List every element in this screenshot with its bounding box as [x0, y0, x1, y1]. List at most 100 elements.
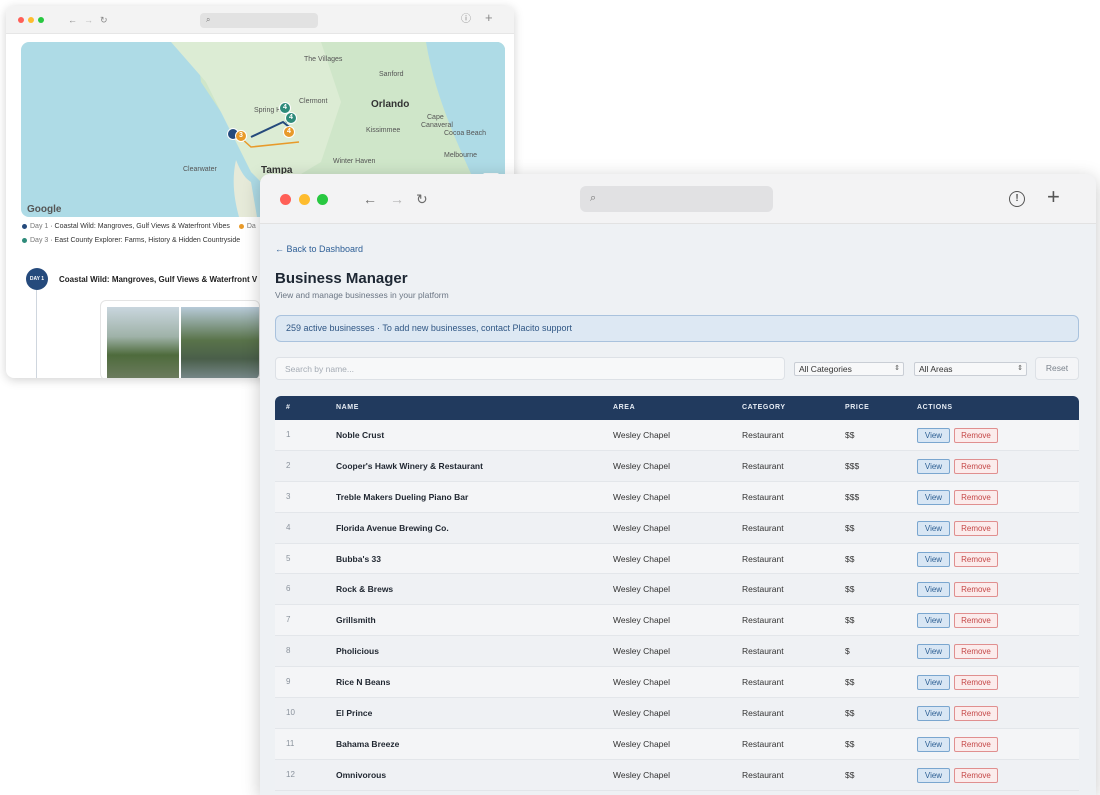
minimize-window-button[interactable]: [28, 17, 34, 23]
row-number: 10: [286, 708, 295, 718]
view-button[interactable]: View: [917, 582, 950, 598]
table-row: 10 El Prince Wesley Chapel Restaurant $$ View…: [275, 698, 1079, 729]
business-price: $$: [845, 615, 855, 626]
minimize-window-button[interactable]: [299, 194, 310, 205]
view-button[interactable]: View: [917, 551, 950, 567]
business-price: $$: [845, 738, 855, 749]
column-header-category: CATEGORY: [742, 404, 786, 411]
close-window-button[interactable]: [18, 17, 24, 23]
row-number: 5: [286, 553, 291, 563]
reload-icon[interactable]: ↻: [416, 191, 428, 207]
remove-button[interactable]: Remove: [954, 767, 998, 783]
business-area: Wesley Chapel: [613, 677, 671, 688]
address-bar[interactable]: ⌕: [200, 13, 318, 28]
category-select[interactable]: All Categories ⇕: [794, 362, 904, 376]
forward-arrow-icon[interactable]: →: [390, 191, 404, 207]
legend-day-label: Da: [246, 223, 256, 230]
view-button[interactable]: View: [917, 644, 950, 660]
new-tab-icon[interactable]: +: [1047, 186, 1060, 208]
view-button[interactable]: View: [917, 520, 950, 536]
table-row: 3 Treble Makers Dueling Piano Bar Wesley C…: [275, 481, 1079, 513]
forward-arrow-icon[interactable]: →: [84, 16, 93, 25]
row-number: 12: [286, 769, 295, 779]
view-button[interactable]: View: [917, 458, 950, 474]
table-row: 5 Bubba's 33 Wesley Chapel Restaurant $$ View…: [275, 543, 1079, 575]
map-place-label: Sanford: [379, 71, 404, 78]
business-price: $$: [845, 769, 855, 780]
remove-button[interactable]: Remove: [954, 706, 998, 722]
back-to-dashboard-link[interactable]: ← Back to Dashboard: [275, 244, 363, 254]
remove-button[interactable]: Remove: [954, 458, 998, 474]
legend-dot: [22, 237, 27, 243]
view-button[interactable]: View: [917, 675, 950, 691]
legend-dot: [238, 223, 244, 229]
remove-button[interactable]: Remove: [954, 736, 998, 752]
back-arrow-icon[interactable]: ←: [363, 191, 377, 207]
legend-item-day-3[interactable]: Day 3 · East County Explorer: Farms, His…: [22, 237, 240, 244]
table-row: 9 Rice N Beans Wesley Chapel Restaurant $$ Vi…: [275, 667, 1079, 699]
row-number: 8: [286, 646, 291, 656]
page-content: ← Back to Dashboard Business Manager Vie…: [260, 224, 1096, 795]
column-header-name: NAME: [336, 404, 360, 411]
search-icon: ⌕: [590, 192, 597, 204]
row-number: 6: [286, 584, 291, 594]
view-button[interactable]: View: [917, 706, 950, 722]
info-icon[interactable]: !: [1009, 191, 1025, 207]
business-area: Wesley Chapel: [613, 769, 671, 780]
business-name: Omnivorous: [336, 769, 387, 780]
map-marker[interactable]: 3: [235, 130, 247, 142]
remove-button[interactable]: Remove: [954, 644, 998, 660]
remove-button[interactable]: Remove: [954, 428, 998, 443]
remove-button[interactable]: Remove: [954, 551, 998, 567]
map-place-label: Clermont: [299, 98, 328, 105]
day-badge: DAY 1: [26, 268, 48, 290]
view-button[interactable]: View: [917, 489, 950, 505]
table-row: 6 Rock & Brews Wesley Chapel Restaurant $$ Vi…: [275, 574, 1079, 606]
business-name: Bubba's 33: [336, 553, 382, 564]
view-button[interactable]: View: [917, 428, 950, 443]
map-place-label: Orlando: [371, 99, 410, 110]
reload-icon[interactable]: ↻: [100, 16, 108, 25]
map-place-label: Melbourne: [444, 152, 478, 159]
info-icon[interactable]: ⓘ: [461, 15, 471, 25]
view-button[interactable]: View: [917, 613, 950, 629]
business-name: Pholicious: [336, 646, 379, 657]
address-bar[interactable]: ⌕: [580, 186, 773, 212]
business-name: Rock & Brews: [336, 584, 394, 595]
legend-day-text: Coastal Wild: Mangroves, Gulf Views & Wa…: [54, 223, 230, 230]
business-area: Wesley Chapel: [613, 522, 671, 533]
new-tab-icon[interactable]: +: [485, 11, 493, 24]
table-body: 1 Noble Crust Wesley Chapel Restaurant $$ Vie…: [275, 420, 1079, 791]
remove-button[interactable]: Remove: [954, 489, 998, 505]
map-marker[interactable]: 4: [285, 112, 297, 124]
search-input[interactable]: [276, 358, 784, 379]
business-price: $$$: [845, 491, 860, 502]
area-select[interactable]: All Areas ⇕: [914, 362, 1027, 376]
remove-button[interactable]: Remove: [954, 582, 998, 598]
business-area: Wesley Chapel: [613, 708, 671, 719]
maximize-window-button[interactable]: [38, 17, 44, 23]
business-price: $$: [845, 430, 855, 440]
back-arrow-icon[interactable]: ←: [68, 16, 77, 25]
search-field[interactable]: [275, 357, 785, 380]
page-title: Business Manager: [275, 270, 408, 287]
business-manager-window: ← → ↻ ⌕ ! + ← Back to Dashboard Business…: [260, 174, 1096, 795]
map-place-label: Canaveral: [421, 122, 453, 129]
mangrove-photo: [107, 307, 179, 378]
column-header-number: #: [286, 404, 291, 411]
photo-card[interactable]: [100, 300, 260, 378]
reset-button[interactable]: Reset: [1035, 357, 1079, 380]
remove-button[interactable]: Remove: [954, 613, 998, 629]
view-button[interactable]: View: [917, 736, 950, 752]
business-category: Restaurant: [742, 553, 784, 564]
legend-item-day-1[interactable]: Day 1 · Coastal Wild: Mangroves, Gulf Vi…: [22, 223, 256, 230]
map-place-label: Cape: [427, 114, 444, 121]
view-button[interactable]: View: [917, 767, 950, 783]
table-row: 8 Pholicious Wesley Chapel Restaurant $ View R…: [275, 636, 1079, 668]
maximize-window-button[interactable]: [317, 194, 328, 205]
remove-button[interactable]: Remove: [954, 675, 998, 691]
business-area: Wesley Chapel: [613, 430, 671, 440]
map-marker[interactable]: 4: [283, 126, 295, 138]
close-window-button[interactable]: [280, 194, 291, 205]
remove-button[interactable]: Remove: [954, 520, 998, 536]
